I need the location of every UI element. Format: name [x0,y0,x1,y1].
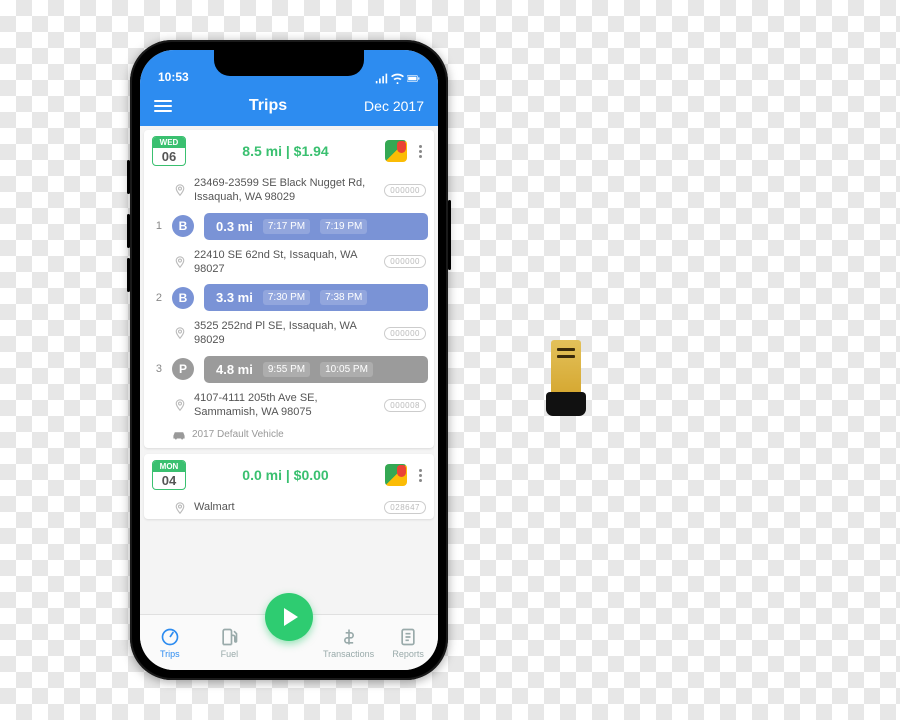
segment-start: 7:30 PM [263,290,310,305]
phone-notch [214,50,364,76]
car-icon [172,430,186,440]
month-selector[interactable]: Dec 2017 [364,98,424,114]
stop-row[interactable]: Walmart 028647 [144,496,434,518]
pin-icon [174,399,186,411]
app-header: Trips Dec 2017 [140,86,438,126]
odometer-badge: 000000 [384,327,426,340]
wifi-icon [391,73,404,84]
pin-icon [174,502,186,514]
pin-icon [174,327,186,339]
segment-end: 10:05 PM [320,362,373,377]
signal-icon [375,73,388,84]
bottom-nav: Trips Fuel Transactions Reports [140,614,438,670]
date-badge: WED 06 [152,136,186,166]
pin-icon [174,256,186,268]
stop-row[interactable]: 23469-23599 SE Black Nugget Rd, Issaquah… [144,172,434,209]
odometer-badge: 000000 [384,184,426,197]
segment-start: 9:55 PM [263,362,310,377]
day-header[interactable]: MON 04 0.0 mi | $0.00 [144,454,434,496]
report-icon [398,627,418,647]
usb-dongle [545,340,587,416]
stop-address: 23469-23599 SE Black Nugget Rd, Issaquah… [194,176,376,205]
vehicle-row[interactable]: 2017 Default Vehicle [144,423,434,448]
nav-reports[interactable]: Reports [381,627,435,659]
gauge-icon [160,627,180,647]
odometer-badge: 000008 [384,399,426,412]
phone-frame: 10:53 Trips Dec 2017 WED 06 [130,40,448,680]
date-dom: 04 [153,472,185,489]
google-maps-icon[interactable] [385,464,407,486]
segment-index: 1 [150,220,162,232]
stop-address: 4107-4111 205th Ave SE, Sammamish, WA 98… [194,391,376,420]
trip-segment[interactable]: 3 P 4.8 mi 9:55 PM 10:05 PM [144,352,434,387]
day-summary: 8.5 mi | $1.94 [194,143,377,159]
segment-type-badge: P [172,358,194,380]
odometer-badge: 000000 [384,255,426,268]
segment-bar: 4.8 mi 9:55 PM 10:05 PM [204,356,428,383]
segment-distance: 0.3 mi [216,219,253,234]
segment-bar: 3.3 mi 7:30 PM 7:38 PM [204,284,428,311]
date-dom: 06 [153,148,185,165]
segment-type-badge: B [172,287,194,309]
nav-trips[interactable]: Trips [143,627,197,659]
status-time: 10:53 [158,70,189,84]
segment-bar: 0.3 mi 7:17 PM 7:19 PM [204,213,428,240]
battery-icon [407,73,420,84]
day-card: WED 06 8.5 mi | $1.94 23469-23599 SE Bla… [144,130,434,448]
fuel-icon [219,627,239,647]
day-menu-button[interactable] [415,145,426,158]
segment-index: 2 [150,292,162,304]
date-dow: MON [153,461,185,472]
pin-icon [174,184,186,196]
segment-distance: 3.3 mi [216,290,253,305]
segment-distance: 4.8 mi [216,362,253,377]
google-maps-icon[interactable] [385,140,407,162]
vehicle-label: 2017 Default Vehicle [192,429,284,440]
nav-transactions[interactable]: Transactions [322,627,376,659]
segment-type-badge: B [172,215,194,237]
stop-row[interactable]: 22410 SE 62nd St, Issaquah, WA 98027 000… [144,244,434,281]
odometer-badge: 028647 [384,501,426,514]
day-summary: 0.0 mi | $0.00 [194,467,377,483]
status-indicators [375,73,420,84]
trips-list[interactable]: WED 06 8.5 mi | $1.94 23469-23599 SE Bla… [140,126,438,614]
day-menu-button[interactable] [415,469,426,482]
stop-address: Walmart [194,500,376,514]
nav-label: Reports [392,649,424,659]
day-header[interactable]: WED 06 8.5 mi | $1.94 [144,130,434,172]
record-trip-button[interactable] [265,593,313,641]
phone-screen: 10:53 Trips Dec 2017 WED 06 [140,50,438,670]
nav-label: Fuel [221,649,239,659]
segment-index: 3 [150,363,162,375]
usb-plug [551,340,581,392]
dollar-icon [339,627,359,647]
usb-body [546,392,586,416]
nav-label: Trips [160,649,180,659]
stop-row[interactable]: 3525 252nd Pl SE, Issaquah, WA 98029 000… [144,315,434,352]
day-card: MON 04 0.0 mi | $0.00 Walmart 028647 [144,454,434,518]
stop-address: 22410 SE 62nd St, Issaquah, WA 98027 [194,248,376,277]
page-title: Trips [249,97,287,115]
segment-start: 7:17 PM [263,219,310,234]
trip-segment[interactable]: 1 B 0.3 mi 7:17 PM 7:19 PM [144,209,434,244]
date-badge: MON 04 [152,460,186,490]
date-dow: WED [153,137,185,148]
segment-end: 7:38 PM [320,290,367,305]
stop-address: 3525 252nd Pl SE, Issaquah, WA 98029 [194,319,376,348]
trip-segment[interactable]: 2 B 3.3 mi 7:30 PM 7:38 PM [144,280,434,315]
menu-button[interactable] [154,100,172,112]
nav-fuel[interactable]: Fuel [202,627,256,659]
segment-end: 7:19 PM [320,219,367,234]
stop-row[interactable]: 4107-4111 205th Ave SE, Sammamish, WA 98… [144,387,434,424]
nav-label: Transactions [323,649,374,659]
